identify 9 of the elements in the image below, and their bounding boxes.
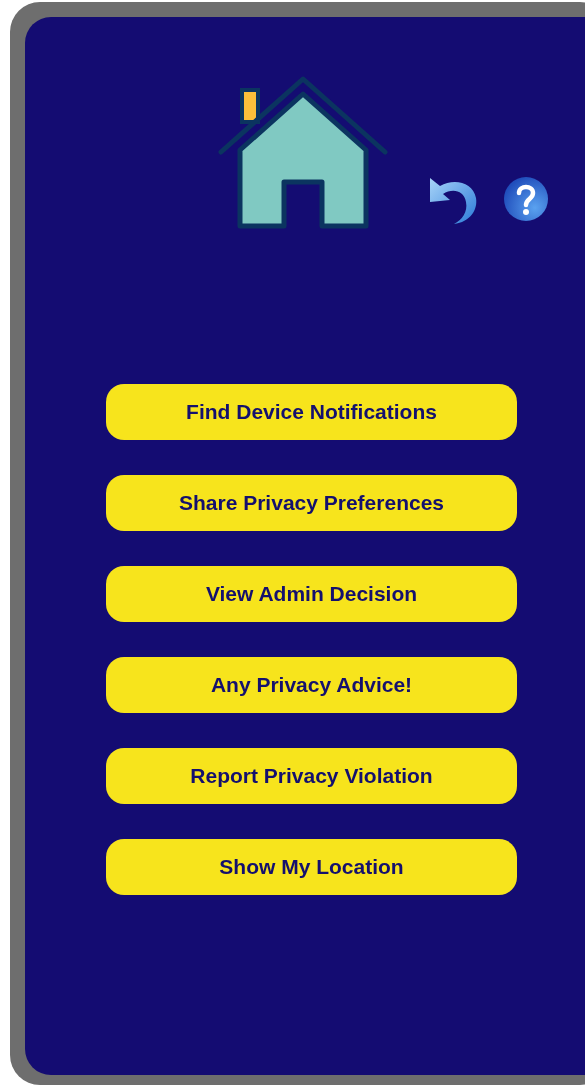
menu-button[interactable]: Any Privacy Advice! xyxy=(106,657,517,713)
undo-icon[interactable] xyxy=(428,176,478,226)
home-icon[interactable] xyxy=(218,76,388,232)
menu-button[interactable]: Show My Location xyxy=(106,839,517,895)
menu-button[interactable]: Share Privacy Preferences xyxy=(106,475,517,531)
menu-button[interactable]: View Admin Decision xyxy=(106,566,517,622)
menu-button[interactable]: Report Privacy Violation xyxy=(106,748,517,804)
help-icon[interactable] xyxy=(503,176,549,222)
menu-button[interactable]: Find Device Notifications xyxy=(106,384,517,440)
